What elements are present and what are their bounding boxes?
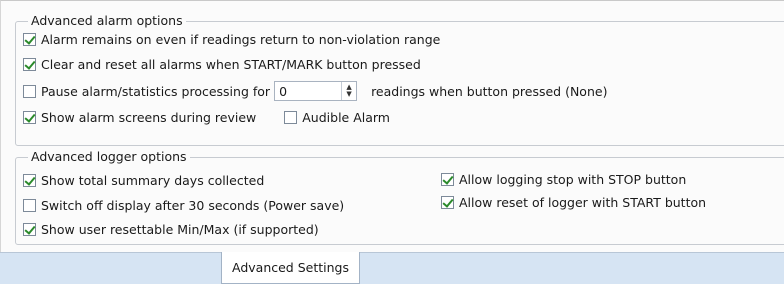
alarm-remains-on-checkbox[interactable]: Alarm remains on even if readings return… [23,30,440,48]
tab-advanced-settings[interactable]: Advanced Settings [221,252,360,284]
clear-reset-label: Clear and reset all alarms when START/MA… [41,56,421,72]
show-screens-row: Show alarm screens during review Audible… [23,108,390,126]
clear-reset-check-icon[interactable] [23,57,36,71]
alarm-group-legend: Advanced alarm options [28,12,186,30]
min-max-check-icon[interactable] [23,222,36,236]
power-save-check-icon[interactable] [23,198,36,212]
reset-start-label: Allow reset of logger with START button [459,194,707,210]
stop-button-label: Allow logging stop with STOP button [459,171,687,187]
pause-alarm-check-icon[interactable] [23,84,36,98]
tab-advanced-settings-label: Advanced Settings [232,260,349,275]
audible-alarm-label: Audible Alarm [302,109,390,125]
show-screens-label: Show alarm screens during review [41,109,257,125]
min-max-checkbox[interactable]: Show user resettable Min/Max (if support… [23,220,319,238]
advanced-alarm-options-group: Advanced alarm options Alarm remains on … [15,12,784,146]
power-save-checkbox[interactable]: Switch off display after 30 seconds (Pow… [23,196,344,214]
reset-start-check-icon[interactable] [441,195,454,209]
summary-days-check-icon[interactable] [23,173,36,187]
alarm-remains-on-label: Alarm remains on even if readings return… [41,31,441,47]
min-max-label: Show user resettable Min/Max (if support… [41,221,319,237]
summary-days-checkbox[interactable]: Show total summary days collected [23,171,264,189]
pause-readings-suffix: readings when button pressed (None) [371,83,608,99]
audible-alarm-checkbox[interactable]: Audible Alarm [284,110,390,125]
pause-alarm-checkbox[interactable]: Pause alarm/statistics processing for [23,84,270,99]
spin-arrows-icon[interactable]: ▲ ▼ [341,82,356,100]
stop-button-check-icon[interactable] [441,172,454,186]
pause-readings-input[interactable] [275,82,342,100]
audible-alarm-check-icon[interactable] [284,110,298,124]
logger-group-legend: Advanced logger options [28,148,190,166]
pause-alarm-row: Pause alarm/statistics processing for ▲▼… [23,80,607,102]
tab-bar: Advanced Settings [0,252,784,284]
reset-start-checkbox[interactable]: Allow reset of logger with START button [441,193,706,211]
stop-button-checkbox[interactable]: Allow logging stop with STOP button [441,170,686,188]
show-screens-check-icon[interactable] [23,110,36,124]
settings-panel: Advanced alarm options Alarm remains on … [0,0,784,253]
pause-alarm-label: Pause alarm/statistics processing for [41,83,271,99]
summary-days-label: Show total summary days collected [41,172,265,188]
advanced-logger-options-group: Advanced logger options Show total summa… [15,148,784,245]
clear-reset-alarms-checkbox[interactable]: Clear and reset all alarms when START/MA… [23,55,421,73]
alarm-remains-on-check-icon[interactable] [23,32,36,46]
power-save-label: Switch off display after 30 seconds (Pow… [41,197,345,213]
pause-readings-stepper[interactable]: ▲▼ [274,81,358,101]
show-alarm-screens-checkbox[interactable]: Show alarm screens during review [23,110,256,125]
